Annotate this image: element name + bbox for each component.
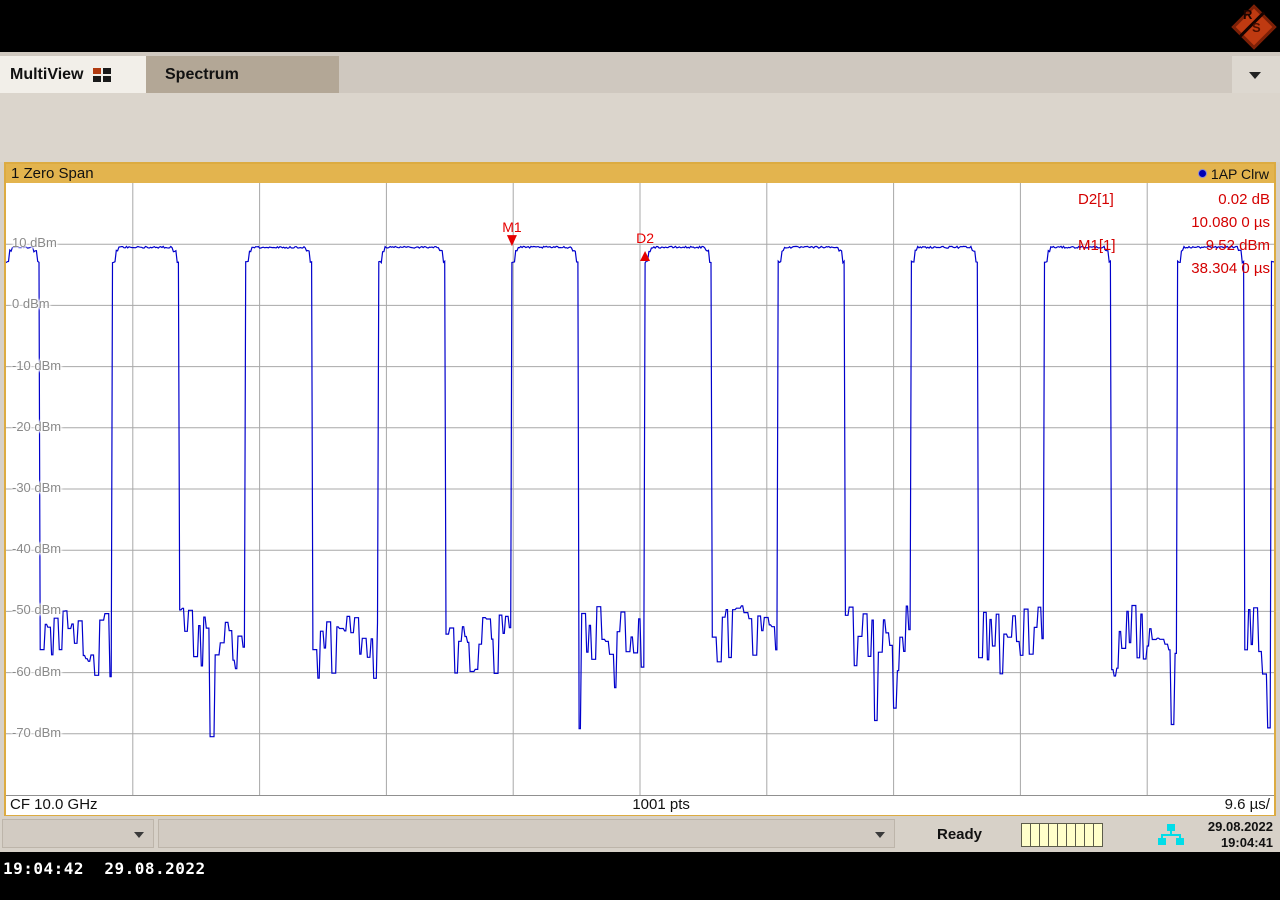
trace-legend[interactable]: 1AP Clrw bbox=[1198, 166, 1269, 182]
bottom-bar: 19:04:42 29.08.2022 bbox=[0, 852, 1280, 900]
progress-segment bbox=[1021, 823, 1031, 847]
marker-value: 38.304 0 µs bbox=[1191, 257, 1270, 280]
zero-span-window: 1 Zero Span 1AP Clrw M1 D2 D2[1] 0.02 dB … bbox=[4, 162, 1276, 816]
network-icon bbox=[1158, 824, 1184, 846]
progress-segment bbox=[1058, 823, 1067, 847]
channel-tab-bar: MultiView Spectrum bbox=[0, 52, 1280, 94]
progress-segment bbox=[1031, 823, 1040, 847]
trace-dot-icon bbox=[1198, 169, 1207, 178]
trace-legend-label: 1AP Clrw bbox=[1211, 166, 1269, 182]
center-frequency-label[interactable]: CF 10.0 GHz bbox=[10, 796, 98, 815]
marker-value: 0.02 dB bbox=[1218, 188, 1270, 211]
marker-name: M1[1] bbox=[1078, 234, 1116, 257]
progress-bar bbox=[1021, 823, 1103, 847]
status-time: 19:04:41 bbox=[1208, 835, 1273, 851]
chevron-down-icon bbox=[875, 832, 885, 838]
plot-area[interactable]: M1 D2 D2[1] 0.02 dB 10.080 0 µs M1[1] 9.5… bbox=[6, 183, 1274, 795]
progress-segment bbox=[1076, 823, 1085, 847]
rs-logo-letter-s: S bbox=[1252, 20, 1261, 35]
progress-segment bbox=[1040, 823, 1049, 847]
time-per-div-label[interactable]: 9.6 µs/ bbox=[1225, 796, 1270, 815]
status-date: 29.08.2022 bbox=[1208, 819, 1273, 835]
y-axis-tick-label: -10 dBm bbox=[12, 358, 61, 373]
y-axis-tick-label: 0 dBm bbox=[12, 296, 50, 311]
marker-readout: D2[1] 0.02 dB 10.080 0 µs M1[1] 9.52 dBm… bbox=[1078, 188, 1270, 280]
progress-segment bbox=[1094, 823, 1103, 847]
tab-multiview[interactable]: MultiView bbox=[0, 56, 156, 93]
marker-readout-row: 10.080 0 µs bbox=[1078, 211, 1270, 234]
y-axis-tick-label: -30 dBm bbox=[12, 480, 61, 495]
y-axis-tick-label: 10 dBm bbox=[12, 235, 57, 250]
multiview-grid-icon bbox=[93, 68, 111, 82]
tab-spectrum[interactable]: Spectrum bbox=[146, 56, 339, 93]
progress-segment bbox=[1085, 823, 1094, 847]
window-title-bar[interactable]: 1 Zero Span 1AP Clrw bbox=[6, 164, 1274, 183]
tab-multiview-label: MultiView bbox=[10, 66, 84, 84]
status-bar: Ready 29.08.2022 19:04:41 bbox=[0, 818, 1280, 852]
y-axis-tick-label: -50 dBm bbox=[12, 602, 61, 617]
status-datetime: 29.08.2022 19:04:41 bbox=[1208, 819, 1273, 851]
marker-readout-row: D2[1] 0.02 dB bbox=[1078, 188, 1270, 211]
instrument-screen: R S MultiView Spectrum Ref Level 20.00 d… bbox=[0, 0, 1280, 900]
status-dropdown-left[interactable] bbox=[2, 819, 154, 848]
footer-timestamp: 19:04:42 29.08.2022 bbox=[3, 859, 206, 878]
tab-overflow-button[interactable] bbox=[1232, 56, 1280, 93]
y-axis-tick-label: -60 dBm bbox=[12, 664, 61, 679]
tab-spectrum-label: Spectrum bbox=[165, 66, 239, 84]
marker-M1-label: M1 bbox=[502, 219, 522, 235]
rs-logo-letter-r: R bbox=[1243, 7, 1252, 22]
chevron-down-icon bbox=[1249, 72, 1261, 79]
settings-header: Ref Level 20.00 dBm RBW 3 MHz SGL Att 30… bbox=[0, 93, 1280, 162]
marker-name: D2[1] bbox=[1078, 188, 1114, 211]
chevron-down-icon bbox=[134, 832, 144, 838]
marker-readout-row: 38.304 0 µs bbox=[1078, 257, 1270, 280]
marker-readout-row: M1[1] 9.52 dBm bbox=[1078, 234, 1270, 257]
marker-value: 10.080 0 µs bbox=[1191, 211, 1270, 234]
status-dropdown-message[interactable] bbox=[158, 819, 895, 848]
y-axis-tick-label: -70 dBm bbox=[12, 725, 61, 740]
y-axis-tick-label: -20 dBm bbox=[12, 419, 61, 434]
top-bar: R S bbox=[0, 0, 1280, 52]
plot-footer: CF 10.0 GHz 1001 pts 9.6 µs/ bbox=[6, 795, 1274, 815]
marker-value: 9.52 dBm bbox=[1206, 234, 1270, 257]
y-axis-tick-label: -40 dBm bbox=[12, 541, 61, 556]
window-title: 1 Zero Span bbox=[11, 165, 94, 182]
rs-logo: R S bbox=[1229, 2, 1275, 48]
progress-segment bbox=[1067, 823, 1076, 847]
marker-D2-label: D2 bbox=[636, 230, 654, 246]
sweep-points-label: 1001 pts bbox=[632, 796, 690, 815]
status-ready: Ready bbox=[937, 826, 982, 843]
progress-segment bbox=[1049, 823, 1058, 847]
